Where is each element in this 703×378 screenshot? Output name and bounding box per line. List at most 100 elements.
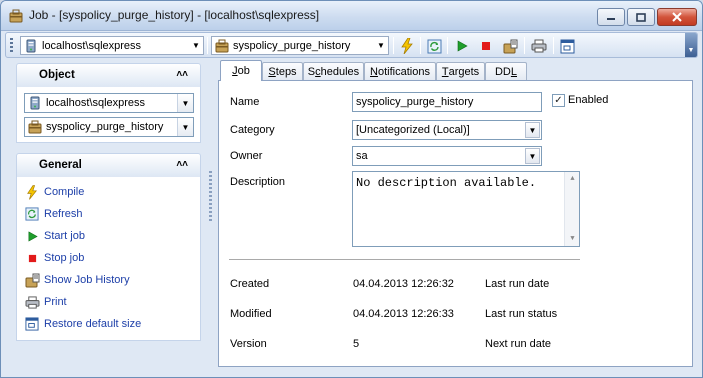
print-icon	[531, 39, 547, 53]
chevron-down-icon: ▼	[687, 47, 695, 54]
server-icon	[26, 39, 36, 52]
description-scrollbar[interactable]: ▲ ▼	[564, 172, 579, 246]
toolbar-start-job-button[interactable]	[452, 36, 472, 56]
toolbar-print-button[interactable]	[529, 36, 549, 56]
toolbar-server-combo[interactable]: localhost\sqlexpress ▼	[20, 36, 204, 55]
collapse-icon[interactable]: ˄˄	[176, 159, 188, 170]
chevron-down-icon[interactable]: ▼	[525, 122, 540, 138]
enabled-checkbox[interactable]: ✓	[552, 94, 565, 107]
category-label: Category	[230, 124, 275, 136]
enabled-label: Enabled	[568, 94, 609, 106]
action-label: Show Job History	[44, 274, 130, 286]
toolbar-job-combo-value: syspolicy_purge_history	[233, 39, 351, 52]
job-editor-window: Job - [syspolicy_purge_history] - [local…	[0, 0, 703, 378]
action-start-job[interactable]: Start job	[17, 225, 200, 247]
chevron-down-icon: ▼	[177, 94, 193, 112]
server-icon	[30, 96, 40, 110]
restore-size-icon	[560, 39, 574, 53]
toolbar-separator	[393, 37, 394, 54]
start-job-icon	[28, 230, 38, 242]
refresh-icon	[25, 207, 39, 221]
sidebar-job-combo-value: syspolicy_purge_history	[46, 121, 164, 133]
version-label: Version	[230, 338, 267, 350]
tab-steps[interactable]: Steps	[262, 62, 303, 80]
scroll-down-icon[interactable]: ▼	[565, 235, 580, 243]
compile-icon	[401, 38, 413, 54]
tab-targets[interactable]: Targets	[436, 62, 485, 80]
modified-value: 04.04.2013 12:26:33	[353, 308, 454, 320]
toolbar-stop-job-button[interactable]	[476, 36, 496, 56]
toolbar-separator	[447, 37, 448, 54]
main-toolbar: localhost\sqlexpress ▼ syspolicy_purge_h…	[5, 32, 698, 58]
stop-job-icon	[482, 42, 490, 50]
chevron-down-icon: ▼	[177, 118, 193, 136]
close-button[interactable]	[657, 8, 697, 26]
tab-notifications[interactable]: Notifications	[364, 62, 436, 80]
action-label: Refresh	[44, 208, 83, 220]
action-refresh[interactable]: Refresh	[17, 203, 200, 225]
tab-job[interactable]: Job	[220, 60, 262, 81]
navigation-panel: Object ˄˄ localhost\sqlexpress ▼ syspoli…	[16, 63, 201, 341]
name-input[interactable]: syspolicy_purge_history	[352, 92, 542, 112]
tab-schedules[interactable]: Sc hedules	[303, 62, 364, 80]
description-label: Description	[230, 176, 286, 188]
maximize-button[interactable]	[627, 8, 655, 26]
close-icon	[672, 12, 682, 22]
stop-job-icon	[28, 254, 36, 262]
chevron-down-icon: ▼	[377, 41, 385, 50]
form-divider	[229, 259, 580, 260]
print-icon	[25, 295, 39, 309]
action-label: Stop job	[44, 252, 85, 264]
owner-label: Owner	[230, 150, 263, 162]
modified-label: Modified	[230, 308, 272, 320]
job-history-icon	[503, 39, 517, 53]
toolbar-overflow-button[interactable]: ▼	[685, 33, 697, 57]
owner-select[interactable]: sa ▼	[352, 146, 542, 166]
action-label: Restore default size	[44, 318, 142, 330]
chevron-down-icon[interactable]: ▼	[525, 148, 540, 164]
next-run-date-label: Next run date	[485, 338, 552, 350]
tab-ddl[interactable]: DD L	[485, 62, 527, 80]
general-section-title: General	[39, 159, 82, 171]
toolbar-separator	[420, 37, 421, 54]
name-label: Name	[230, 96, 260, 108]
action-show-job-history[interactable]: Show Job History	[17, 269, 200, 291]
object-section-header[interactable]: Object ˄˄	[16, 63, 201, 87]
toolbar-refresh-button[interactable]	[424, 36, 444, 56]
object-section-title: Object	[39, 69, 75, 81]
description-textarea[interactable]: No description available. ▲ ▼	[352, 171, 580, 247]
action-label: Start job	[44, 230, 85, 242]
general-section-header[interactable]: General ˄˄	[16, 153, 201, 177]
toolbar-grip[interactable]	[10, 38, 13, 53]
job-history-icon	[25, 273, 39, 287]
toolbar-compile-button[interactable]	[397, 36, 417, 56]
action-label: Compile	[44, 186, 85, 198]
scroll-up-icon[interactable]: ▲	[565, 175, 580, 183]
toolbar-separator	[524, 37, 525, 54]
toolbar-separator	[553, 37, 554, 54]
collapse-icon[interactable]: ˄˄	[176, 69, 188, 80]
toolbar-job-combo[interactable]: syspolicy_purge_history ▼	[211, 36, 389, 55]
sidebar-server-combo-value: localhost\sqlexpress	[46, 97, 146, 109]
job-icon	[28, 120, 42, 134]
toolbar-restore-size-button[interactable]	[557, 36, 577, 56]
category-select[interactable]: [Uncategorized (Local)] ▼	[352, 120, 542, 140]
minimize-button[interactable]	[597, 8, 625, 26]
job-icon	[9, 9, 23, 23]
action-label: Print	[44, 296, 67, 308]
chevron-down-icon: ▼	[192, 41, 200, 50]
compile-icon	[27, 184, 37, 200]
sidebar-job-combo[interactable]: syspolicy_purge_history ▼	[24, 117, 194, 137]
panel-splitter[interactable]	[209, 171, 212, 221]
minimize-icon	[607, 18, 615, 20]
toolbar-server-combo-value: localhost\sqlexpress	[42, 39, 142, 52]
action-restore-default-size[interactable]: Restore default size	[17, 313, 200, 335]
action-compile[interactable]: Compile	[17, 181, 200, 203]
toolbar-job-history-button[interactable]	[500, 36, 520, 56]
action-print[interactable]: Print	[17, 291, 200, 313]
refresh-icon	[427, 39, 441, 53]
sidebar-server-combo[interactable]: localhost\sqlexpress ▼	[24, 93, 194, 113]
object-section-body: localhost\sqlexpress ▼ syspolicy_purge_h…	[16, 87, 201, 143]
job-icon	[215, 39, 229, 52]
action-stop-job[interactable]: Stop job	[17, 247, 200, 269]
